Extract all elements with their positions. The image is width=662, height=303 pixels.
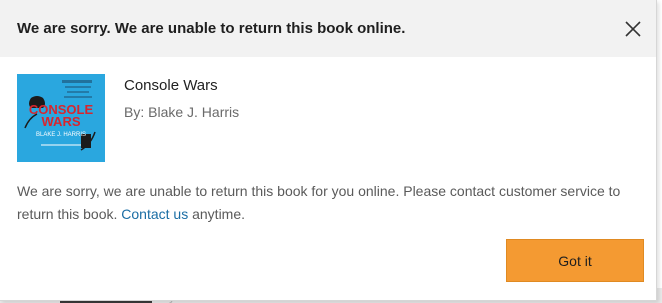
close-icon [625,21,641,37]
return-error-dialog: We are sorry. We are unable to return th… [0,0,657,301]
close-button[interactable] [622,18,644,40]
got-it-button[interactable]: Got it [506,239,644,282]
error-message: We are sorry, we are unable to return th… [17,180,627,226]
book-cover: CONSOLE WARS BLAKE J. HARRIS [17,74,105,162]
dialog-header: We are sorry. We are unable to return th… [0,0,656,57]
book-title: Console Wars [124,77,218,94]
error-message-suffix: anytime. [192,206,246,222]
cover-author: BLAKE J. HARRIS [36,132,86,138]
contact-us-link[interactable]: Contact us [121,206,188,222]
error-message-text: We are sorry, we are unable to return th… [17,183,621,222]
dialog-title: We are sorry. We are unable to return th… [17,20,406,37]
cover-title-line2: WARS [42,114,81,129]
book-author: By: Blake J. Harris [124,104,240,120]
